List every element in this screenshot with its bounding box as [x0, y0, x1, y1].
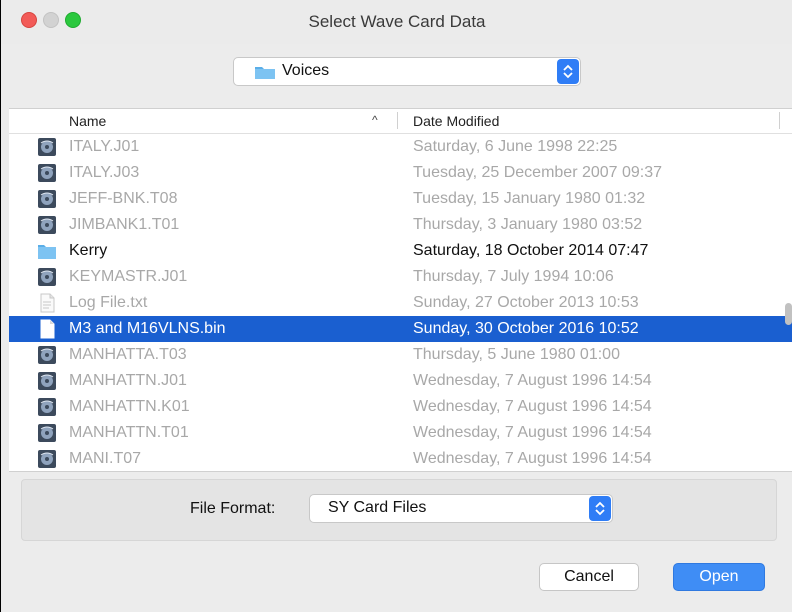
- file-date-modified: Tuesday, 15 January 1980 01:32: [413, 190, 646, 207]
- folder-icon: [255, 67, 275, 79]
- file-name: KEYMASTR.J01: [69, 268, 188, 285]
- disk-image-icon: [37, 163, 57, 183]
- document-icon: [37, 319, 57, 339]
- file-format-stepper[interactable]: [589, 496, 611, 521]
- file-format-dropdown[interactable]: SY Card Files: [309, 494, 613, 523]
- file-date-modified: Sunday, 30 October 2016 10:52: [413, 320, 639, 337]
- file-open-dialog: Select Wave Card Data Voices Name ^ Date…: [0, 0, 792, 612]
- location-stepper[interactable]: [557, 59, 579, 84]
- file-row[interactable]: MANHATTN.T01 Wednesday, 7 August 1996 14:…: [9, 420, 792, 446]
- file-name: ITALY.J01: [69, 138, 140, 155]
- disk-image-icon: [37, 189, 57, 209]
- file-row[interactable]: JIMBANK1.T01 Thursday, 3 January 1980 03:…: [9, 212, 792, 238]
- file-name: Log File.txt: [69, 294, 148, 311]
- file-row[interactable]: ITALY.J03 Tuesday, 25 December 2007 09:37: [9, 160, 792, 186]
- file-name: Kerry: [69, 242, 108, 259]
- file-date-modified: Wednesday, 7 August 1996 14:54: [413, 372, 652, 389]
- file-name: MANHATTN.J01: [69, 372, 187, 389]
- location-dropdown[interactable]: Voices: [233, 57, 581, 86]
- file-format-value: SY Card Files: [328, 499, 427, 516]
- column-divider[interactable]: [779, 112, 780, 129]
- file-row[interactable]: Log File.txt Sunday, 27 October 2013 10:5…: [9, 290, 792, 316]
- file-row-selected[interactable]: M3 and M16VLNS.bin Sunday, 30 October 201…: [9, 316, 792, 342]
- window-title: Select Wave Card Data: [308, 12, 486, 31]
- location-label: Voices: [282, 62, 330, 79]
- file-name: ITALY.J03: [69, 164, 140, 181]
- updown-chevron-icon: [595, 501, 605, 516]
- file-date-modified: Sunday, 27 October 2013 10:53: [413, 294, 639, 311]
- file-row[interactable]: JEFF-BNK.T08 Tuesday, 15 January 1980 01:…: [9, 186, 792, 212]
- disk-image-icon: [37, 215, 57, 235]
- file-name: MANHATTA.T03: [69, 346, 187, 363]
- file-date-modified: Thursday, 3 January 1980 03:52: [413, 216, 643, 233]
- open-button[interactable]: Open: [673, 563, 765, 591]
- file-format-panel: File Format: SY Card Files: [21, 479, 777, 541]
- column-header: Name ^ Date Modified: [9, 109, 792, 134]
- file-date-modified: Wednesday, 7 August 1996 14:54: [413, 424, 652, 441]
- file-row[interactable]: MANHATTN.K01 Wednesday, 7 August 1996 14:…: [9, 394, 792, 420]
- file-row[interactable]: KEYMASTR.J01 Thursday, 7 July 1994 10:06: [9, 264, 792, 290]
- file-date-modified: Saturday, 18 October 2014 07:47: [413, 242, 649, 259]
- file-row[interactable]: MANHATTA.T03 Thursday, 5 June 1980 01:00: [9, 342, 792, 368]
- column-divider[interactable]: [397, 112, 398, 129]
- file-rows: ITALY.J01 Saturday, 6 June 1998 22:25 ITAL…: [9, 134, 792, 471]
- file-row[interactable]: MANI.T07 Wednesday, 7 August 1996 14:54: [9, 446, 792, 471]
- cancel-button[interactable]: Cancel: [539, 563, 639, 591]
- folder-icon: [37, 241, 57, 261]
- disk-image-icon: [37, 371, 57, 391]
- name-column-header[interactable]: Name: [69, 113, 106, 129]
- file-name: MANHATTN.K01: [69, 398, 190, 415]
- disk-image-icon: [37, 267, 57, 287]
- sort-ascending-icon[interactable]: ^: [372, 113, 378, 127]
- file-date-modified: Wednesday, 7 August 1996 14:54: [413, 398, 652, 415]
- file-list[interactable]: Name ^ Date Modified ITALY.J01 Saturday, …: [9, 108, 792, 472]
- disk-image-icon: [37, 449, 57, 469]
- file-row[interactable]: MANHATTN.J01 Wednesday, 7 August 1996 14:…: [9, 368, 792, 394]
- file-date-modified: Saturday, 6 June 1998 22:25: [413, 138, 618, 155]
- file-date-modified: Thursday, 7 July 1994 10:06: [413, 268, 614, 285]
- scroll-thumb[interactable]: [785, 303, 792, 325]
- file-date-modified: Wednesday, 7 August 1996 14:54: [413, 450, 652, 467]
- disk-image-icon: [37, 397, 57, 417]
- disk-image-icon: [37, 423, 57, 443]
- updown-chevron-icon: [563, 64, 573, 79]
- disk-image-icon: [37, 345, 57, 365]
- file-format-label: File Format:: [190, 500, 276, 517]
- file-name: JEFF-BNK.T08: [69, 190, 178, 207]
- disk-image-icon: [37, 137, 57, 157]
- date-modified-column-header[interactable]: Date Modified: [413, 113, 499, 129]
- file-name: M3 and M16VLNS.bin: [69, 320, 226, 337]
- file-name: JIMBANK1.T01: [69, 216, 180, 233]
- file-row[interactable]: ITALY.J01 Saturday, 6 June 1998 22:25: [9, 134, 792, 160]
- file-row[interactable]: Kerry Saturday, 18 October 2014 07:47: [9, 238, 792, 264]
- text-document-icon: [37, 293, 57, 313]
- file-date-modified: Tuesday, 25 December 2007 09:37: [413, 164, 663, 181]
- vertical-scrollbar[interactable]: [784, 109, 792, 471]
- file-name: MANHATTN.T01: [69, 424, 189, 441]
- file-date-modified: Thursday, 5 June 1980 01:00: [413, 346, 620, 363]
- title-bar: Select Wave Card Data: [1, 0, 792, 44]
- file-name: MANI.T07: [69, 450, 142, 467]
